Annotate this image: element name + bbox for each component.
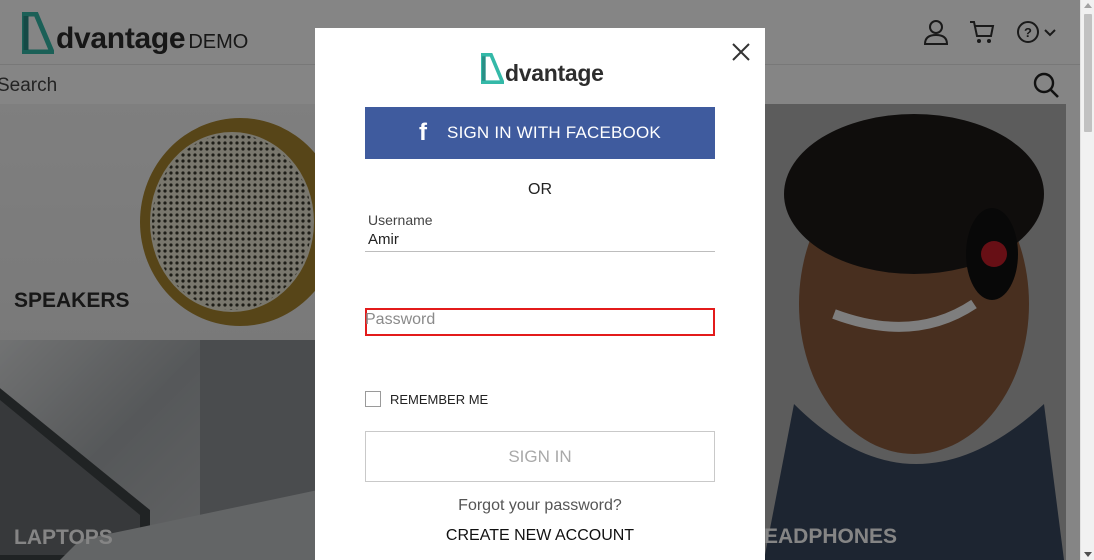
or-divider: OR (528, 181, 552, 198)
forgot-password-link[interactable]: Forgot your password? (315, 497, 765, 515)
remember-me[interactable]: REMEMBER ME (365, 391, 488, 407)
scroll-down-arrow-icon[interactable] (1084, 552, 1092, 557)
username-input[interactable] (368, 231, 708, 248)
logo-mark-icon (481, 53, 504, 84)
password-input[interactable] (365, 311, 705, 329)
facebook-icon: f (419, 119, 428, 146)
login-modal: dvantage f SIGN IN WITH FACEBOOK OR User… (315, 28, 765, 560)
sign-in-button[interactable]: SIGN IN (365, 431, 715, 482)
scroll-up-arrow-icon[interactable] (1084, 3, 1092, 8)
facebook-signin-button[interactable]: f SIGN IN WITH FACEBOOK (365, 107, 715, 159)
create-account-link[interactable]: CREATE NEW ACCOUNT (315, 527, 765, 545)
facebook-signin-label: SIGN IN WITH FACEBOOK (447, 123, 661, 142)
username-label: Username (368, 212, 433, 228)
close-icon[interactable] (731, 42, 751, 62)
modal-logo-text: dvantage (505, 60, 604, 86)
password-field[interactable] (365, 308, 715, 336)
remember-me-checkbox[interactable] (365, 391, 381, 407)
username-field[interactable]: Username (365, 210, 715, 252)
scroll-thumb[interactable] (1084, 14, 1092, 132)
modal-logo: dvantage (481, 52, 604, 85)
remember-me-label: REMEMBER ME (390, 391, 489, 407)
page-scrollbar[interactable] (1080, 0, 1094, 560)
